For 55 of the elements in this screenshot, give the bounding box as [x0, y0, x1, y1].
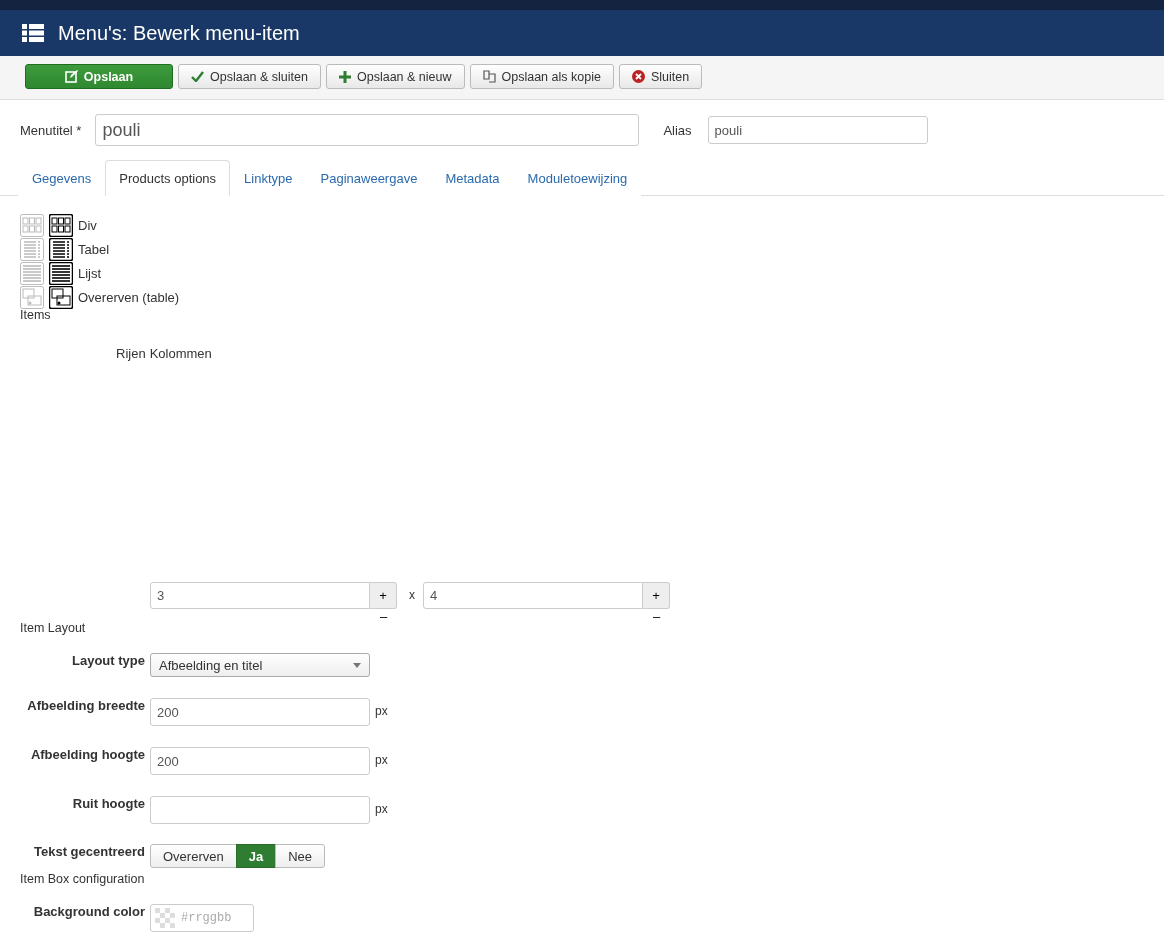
field-label: Rijen	[116, 346, 146, 362]
toggle-option[interactable]: Ja	[235, 844, 277, 868]
page-title: Menu's: Bewerk menu-item	[58, 21, 300, 45]
field-label: Layout type	[71, 653, 146, 668]
caret-icon	[353, 662, 361, 668]
field-label: Afbeelding breedte	[26, 698, 146, 713]
toolbar-button[interactable]: Opslaan	[25, 64, 173, 89]
number-input[interactable]: 4	[423, 582, 643, 609]
toolbar-button[interactable]: Sluiten	[618, 64, 703, 89]
list-icon[interactable]	[49, 261, 73, 285]
option-label: Div	[78, 217, 97, 233]
section-heading: Items	[20, 308, 52, 322]
option-label: Lijst	[78, 265, 102, 281]
decrement-button[interactable]: –	[643, 609, 670, 621]
times-sign: x	[409, 588, 415, 602]
number-input[interactable]	[150, 796, 370, 824]
number-input[interactable]: 200	[150, 698, 370, 726]
toggle-option[interactable]: Overerven	[150, 844, 237, 868]
field-label: Background color	[32, 904, 146, 919]
field-label: Alias	[663, 122, 692, 138]
unit-label: px	[375, 704, 388, 718]
plus-icon	[339, 70, 351, 83]
unit-label: px	[375, 753, 388, 767]
table-icon[interactable]	[49, 237, 73, 261]
toggle-option[interactable]: Nee	[275, 844, 326, 868]
tab[interactable]: Products options	[105, 160, 231, 196]
grid-icon[interactable]	[49, 213, 73, 237]
toolbar-button[interactable]: Opslaan & sluiten	[178, 64, 321, 89]
decrement-button[interactable]: –	[370, 609, 397, 621]
section-heading: Item Layout	[20, 621, 87, 635]
edit-icon	[64, 70, 78, 83]
layout-type-select[interactable]: Afbeelding en titel	[150, 653, 370, 677]
option-label: Overerven (table)	[78, 289, 180, 305]
title-input[interactable]: pouli	[95, 114, 640, 146]
number-input[interactable]: 200	[150, 747, 370, 775]
close-icon	[631, 70, 645, 83]
field-label: Afbeelding hoogte	[29, 747, 146, 762]
increment-button[interactable]: +	[370, 582, 397, 609]
field-label: Ruit hoogte	[71, 796, 146, 811]
field-label: Tekst gecentreerd	[32, 844, 146, 859]
copy-icon	[482, 70, 496, 83]
color-input[interactable]: #rrggbb	[150, 904, 254, 932]
unit-label: px	[375, 802, 388, 816]
check-icon	[191, 71, 204, 82]
windows-icon[interactable]	[49, 285, 73, 309]
option-label: Tabel	[78, 241, 110, 257]
toolbar-button[interactable]: Opslaan & nieuw	[326, 64, 465, 89]
section-heading: Item Box configuration	[20, 872, 146, 886]
field-label: Menutitel *	[20, 122, 82, 138]
increment-button[interactable]: +	[643, 582, 670, 609]
list-icon	[22, 24, 44, 42]
alias-input[interactable]: pouli	[707, 116, 928, 144]
toolbar-button[interactable]: Opslaan als kopie	[469, 64, 614, 89]
number-input[interactable]: 3	[150, 582, 370, 609]
field-label: Kolommen	[149, 346, 212, 362]
